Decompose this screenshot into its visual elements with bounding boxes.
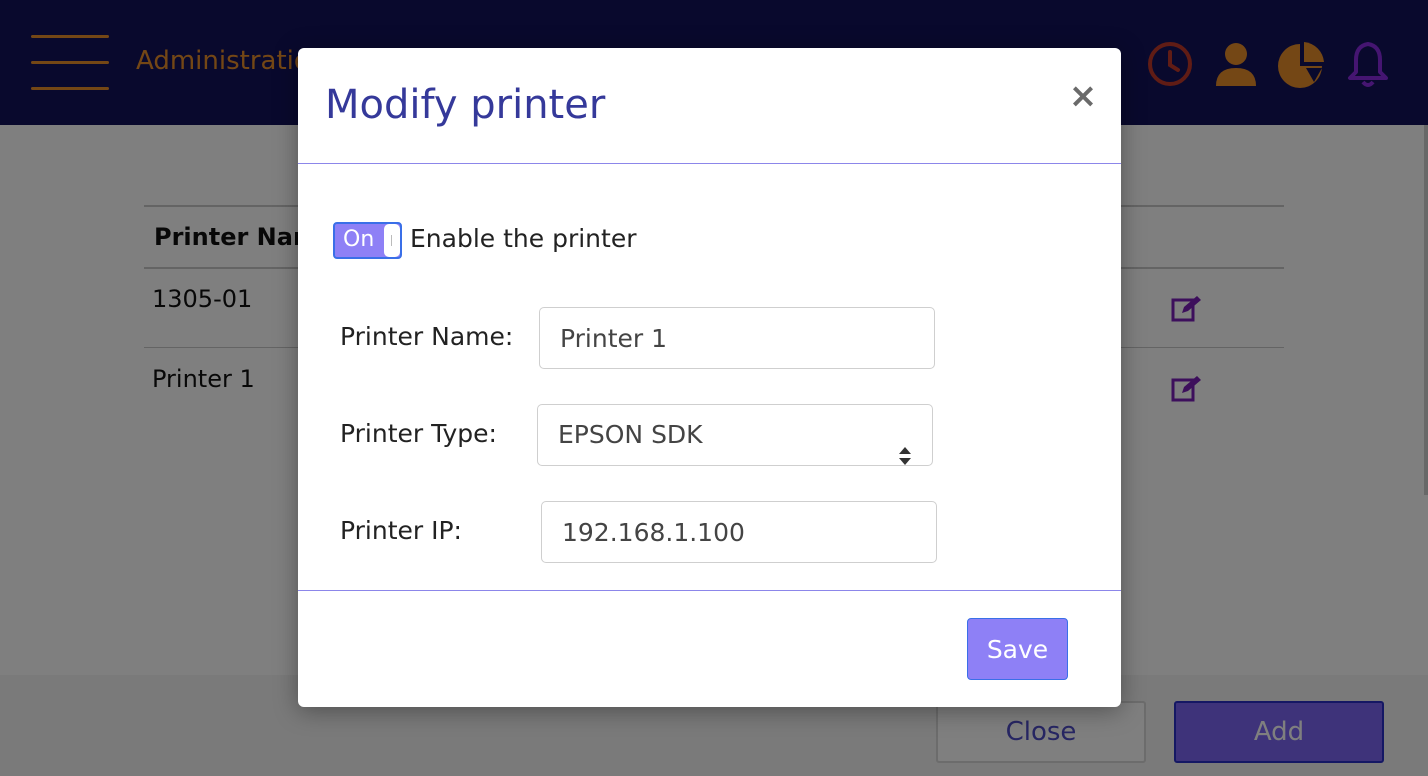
- printer-type-value: EPSON SDK: [558, 420, 703, 449]
- enable-printer-toggle[interactable]: On: [333, 222, 402, 259]
- printer-ip-input[interactable]: [541, 501, 937, 563]
- footer-divider: [298, 590, 1121, 591]
- printer-ip-label: Printer IP:: [340, 516, 462, 545]
- toggle-knob: [384, 224, 400, 257]
- printer-name-input[interactable]: [539, 307, 935, 369]
- printer-type-label: Printer Type:: [340, 419, 497, 448]
- save-button[interactable]: Save: [967, 618, 1068, 680]
- header-divider: [298, 163, 1121, 164]
- printer-type-select[interactable]: EPSON SDK: [537, 404, 933, 466]
- close-icon[interactable]: ×: [1068, 78, 1098, 114]
- toggle-on-label: On: [343, 227, 375, 252]
- printer-name-label: Printer Name:: [340, 322, 514, 351]
- select-arrows-icon: [898, 427, 912, 465]
- dialog-title: Modify printer: [325, 82, 606, 128]
- modify-printer-dialog: Modify printer × On Enable the printer P…: [298, 48, 1121, 707]
- enable-printer-label: Enable the printer: [410, 224, 637, 253]
